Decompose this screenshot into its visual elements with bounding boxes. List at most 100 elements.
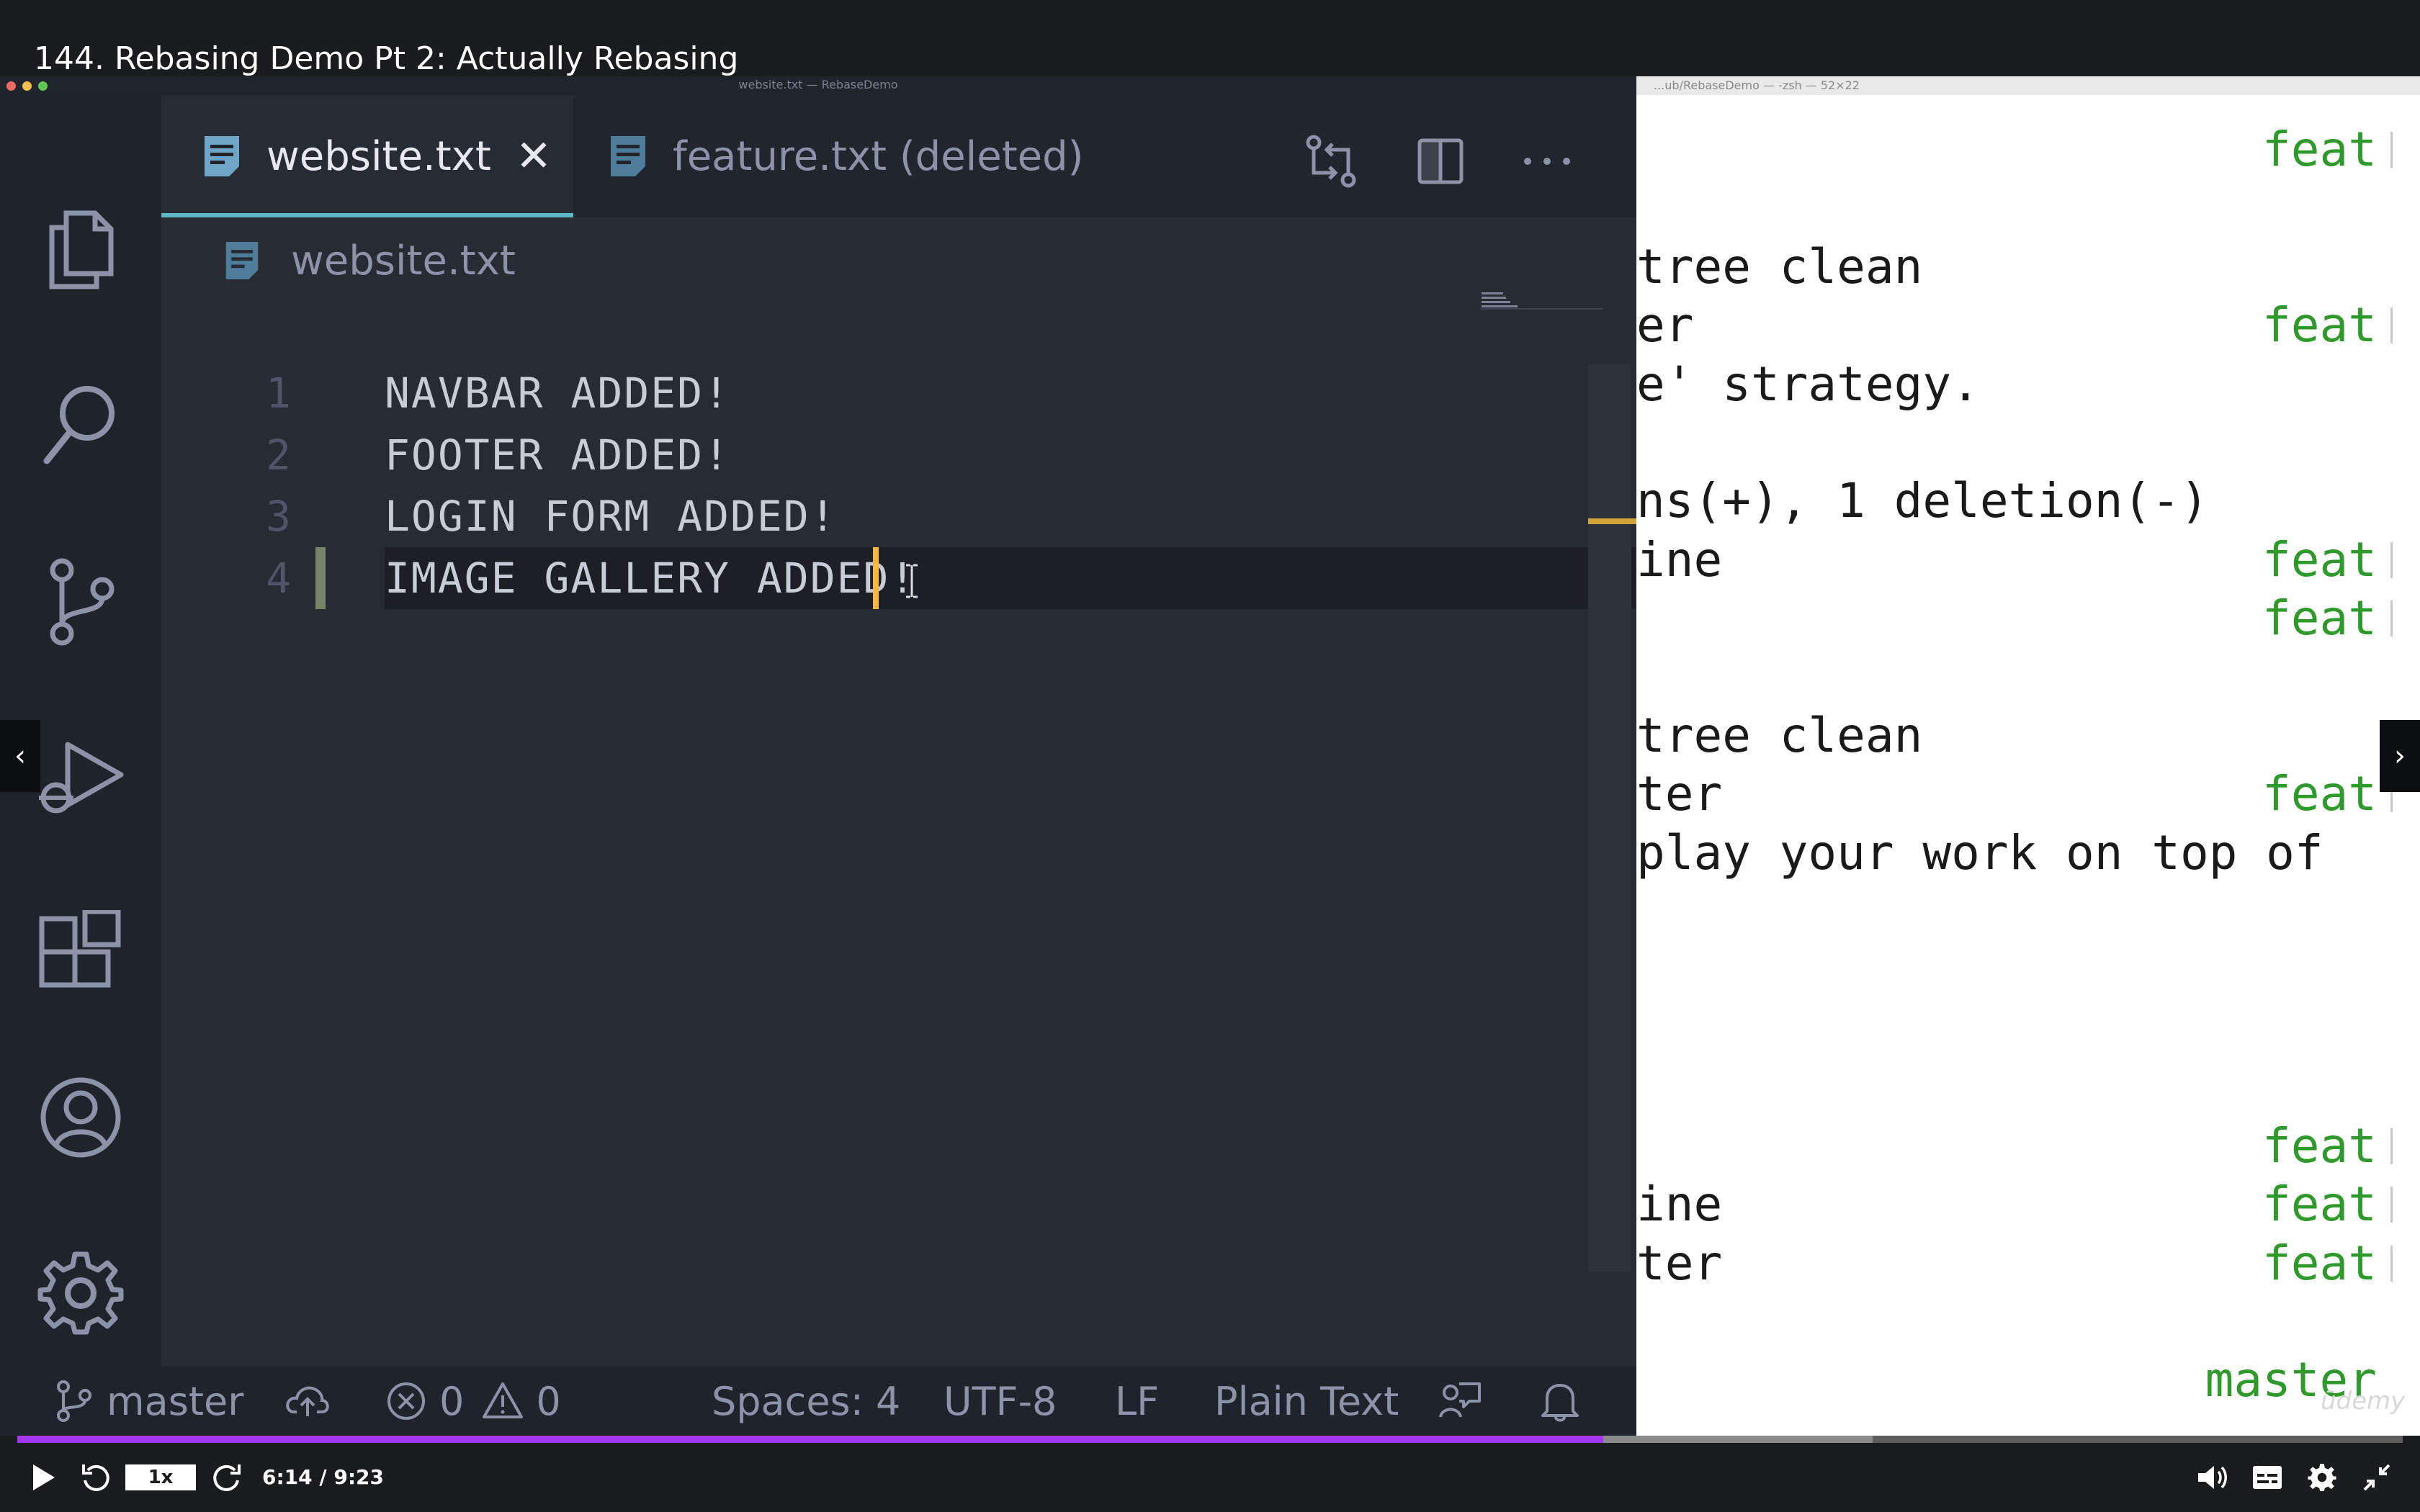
- settings-icon[interactable]: [2305, 1460, 2339, 1495]
- terminal-prompt-divider: [2390, 600, 2393, 636]
- playback-speed-button[interactable]: 1x: [125, 1464, 196, 1490]
- line-number: 4: [266, 554, 291, 603]
- video-header: 144. Rebasing Demo Pt 2: Actually Rebasi…: [0, 0, 2420, 77]
- terminal-line-text: ter: [1636, 1236, 1723, 1291]
- more-actions-icon[interactable]: [1518, 132, 1576, 190]
- terminal-prompt-divider: [2390, 542, 2393, 578]
- line-text: LOGIN FORM ADDED!: [385, 492, 837, 541]
- vscode-window: website.txt — RebaseDemo website.txt ✕ f…: [0, 76, 1636, 1436]
- exit-fullscreen-icon[interactable]: [2360, 1460, 2394, 1495]
- text-file-icon: [611, 136, 645, 176]
- volume-icon[interactable]: [2195, 1460, 2230, 1495]
- terminal-prompt-divider: [2390, 1128, 2393, 1164]
- editor-tab-bar: website.txt ✕ feature.txt (deleted): [161, 95, 1636, 217]
- warning-count: 0: [536, 1378, 561, 1424]
- terminal-branch-label: feat: [2262, 532, 2377, 588]
- account-icon[interactable]: [36, 1073, 125, 1162]
- terminal-line-text: ine: [1636, 1176, 1723, 1232]
- source-control-icon[interactable]: [36, 557, 125, 647]
- status-bar: master 0 0 Spaces: 4 UTF-8 LF Plain Text: [0, 1367, 1636, 1436]
- feedback-icon[interactable]: [1438, 1367, 1482, 1436]
- line-number: 1: [266, 369, 291, 418]
- branch-status[interactable]: master: [52, 1367, 243, 1436]
- terminal-window[interactable]: ...ub/RebaseDemo — -zsh — 52×22 feat tree…: [1636, 76, 2420, 1436]
- editor-scrollbar[interactable]: [1588, 364, 1631, 1272]
- rewind-5s-icon[interactable]: [78, 1460, 115, 1495]
- forward-5s-icon[interactable]: [207, 1460, 245, 1495]
- line-number: 2: [266, 431, 291, 480]
- terminal-branch-label: feat: [2262, 1176, 2377, 1232]
- terminal-line-text: tree clean: [1636, 708, 1923, 763]
- search-icon[interactable]: [36, 380, 125, 469]
- terminal-line-text: er: [1636, 297, 1694, 353]
- code-line: 3 LOGIN FORM ADDED!: [161, 485, 1475, 547]
- terminal-branch-label: feat: [2262, 766, 2377, 822]
- minimap[interactable]: [1480, 289, 1603, 318]
- text-cursor: [873, 547, 879, 609]
- run-debug-icon[interactable]: [36, 733, 125, 822]
- problems-status[interactable]: 0 0: [385, 1367, 561, 1436]
- terminal-branch-label: feat: [2262, 1236, 2377, 1291]
- notifications-bell-icon[interactable]: [1540, 1367, 1580, 1436]
- chevron-right-icon: ›: [2394, 739, 2406, 773]
- tab-feature-txt[interactable]: feature.txt (deleted): [608, 95, 1084, 217]
- terminal-prompt-divider: [2390, 132, 2393, 168]
- publish-branch-icon[interactable]: [285, 1367, 330, 1436]
- progress-fill: [17, 1436, 1603, 1443]
- chevron-left-icon: ‹: [14, 739, 26, 773]
- breadcrumb-file: website.txt: [291, 237, 516, 284]
- branch-name: master: [107, 1378, 244, 1424]
- terminal-prompt-divider: [2390, 1246, 2393, 1282]
- indentation-status[interactable]: Spaces: 4: [712, 1367, 900, 1436]
- udemy-watermark: ūdemy: [2321, 1387, 2406, 1416]
- settings-gear-icon[interactable]: [36, 1248, 125, 1338]
- text-file-icon: [205, 136, 239, 176]
- close-tab-icon[interactable]: ✕: [516, 131, 552, 181]
- terminal-branch-label: feat: [2262, 122, 2377, 177]
- terminal-prompt-divider: [2390, 1187, 2393, 1223]
- encoding-status[interactable]: UTF-8: [944, 1367, 1057, 1436]
- terminal-branch-label: feat: [2262, 1118, 2377, 1174]
- terminal-title: ...ub/RebaseDemo — -zsh — 52×22: [1636, 76, 2420, 95]
- line-text: FOOTER ADDED!: [385, 431, 730, 480]
- video-player-controls: 1x 6:14 / 9:23: [0, 1436, 2420, 1512]
- terminal-prompt-divider: [2390, 307, 2393, 343]
- terminal-line-text: tree clean: [1636, 239, 1923, 294]
- terminal-line-text: ine: [1636, 532, 1723, 588]
- playback-time: 6:14 / 9:23: [262, 1465, 385, 1489]
- line-number: 3: [266, 492, 291, 541]
- terminal-line-text: ter: [1636, 766, 1723, 822]
- open-changes-icon[interactable]: [1302, 132, 1360, 190]
- captions-icon[interactable]: [2250, 1460, 2285, 1495]
- window-title: website.txt — RebaseDemo: [738, 78, 898, 91]
- modified-line-gutter-mark: [315, 547, 326, 609]
- split-editor-icon[interactable]: [1412, 132, 1469, 190]
- language-mode-status[interactable]: Plain Text: [1214, 1367, 1399, 1436]
- next-lecture-button[interactable]: ›: [2380, 720, 2420, 792]
- text-editor[interactable]: 1 NAVBAR ADDED! 2 FOOTER ADDED! 3 LOGIN …: [161, 304, 1636, 1367]
- terminal-branch-label: feat: [2262, 297, 2377, 353]
- code-line: 2 FOOTER ADDED!: [161, 424, 1475, 486]
- previous-lecture-button[interactable]: ‹: [0, 720, 40, 792]
- tab-label: website.txt: [266, 132, 491, 180]
- breadcrumb[interactable]: website.txt: [223, 217, 516, 304]
- play-icon[interactable]: [26, 1460, 60, 1495]
- terminal-line-text: ns(+), 1 deletion(-): [1636, 473, 2209, 528]
- extensions-icon[interactable]: [36, 909, 125, 998]
- files-icon[interactable]: [36, 204, 125, 294]
- text-file-icon: [225, 242, 259, 279]
- eol-status[interactable]: LF: [1115, 1367, 1159, 1436]
- current-code-line: 4 IMAGE GALLERY ADDED!: [161, 547, 1636, 609]
- terminal-line-text: e' strategy.: [1636, 356, 1980, 412]
- code-line: 1 NAVBAR ADDED!: [161, 362, 1475, 424]
- i-beam-pointer-icon: [906, 564, 918, 598]
- error-count: 0: [439, 1378, 465, 1424]
- terminal-branch-label: feat: [2262, 590, 2377, 646]
- tab-website-txt[interactable]: website.txt ✕: [161, 95, 573, 217]
- error-icon: [387, 1382, 425, 1420]
- line-text: IMAGE GALLERY ADDED!: [385, 554, 917, 603]
- line-text: NAVBAR ADDED!: [385, 369, 730, 418]
- window-titlebar: website.txt — RebaseDemo: [0, 76, 1636, 95]
- terminal-line-text: play your work on top of: [1636, 825, 2323, 881]
- warning-icon: [483, 1382, 524, 1418]
